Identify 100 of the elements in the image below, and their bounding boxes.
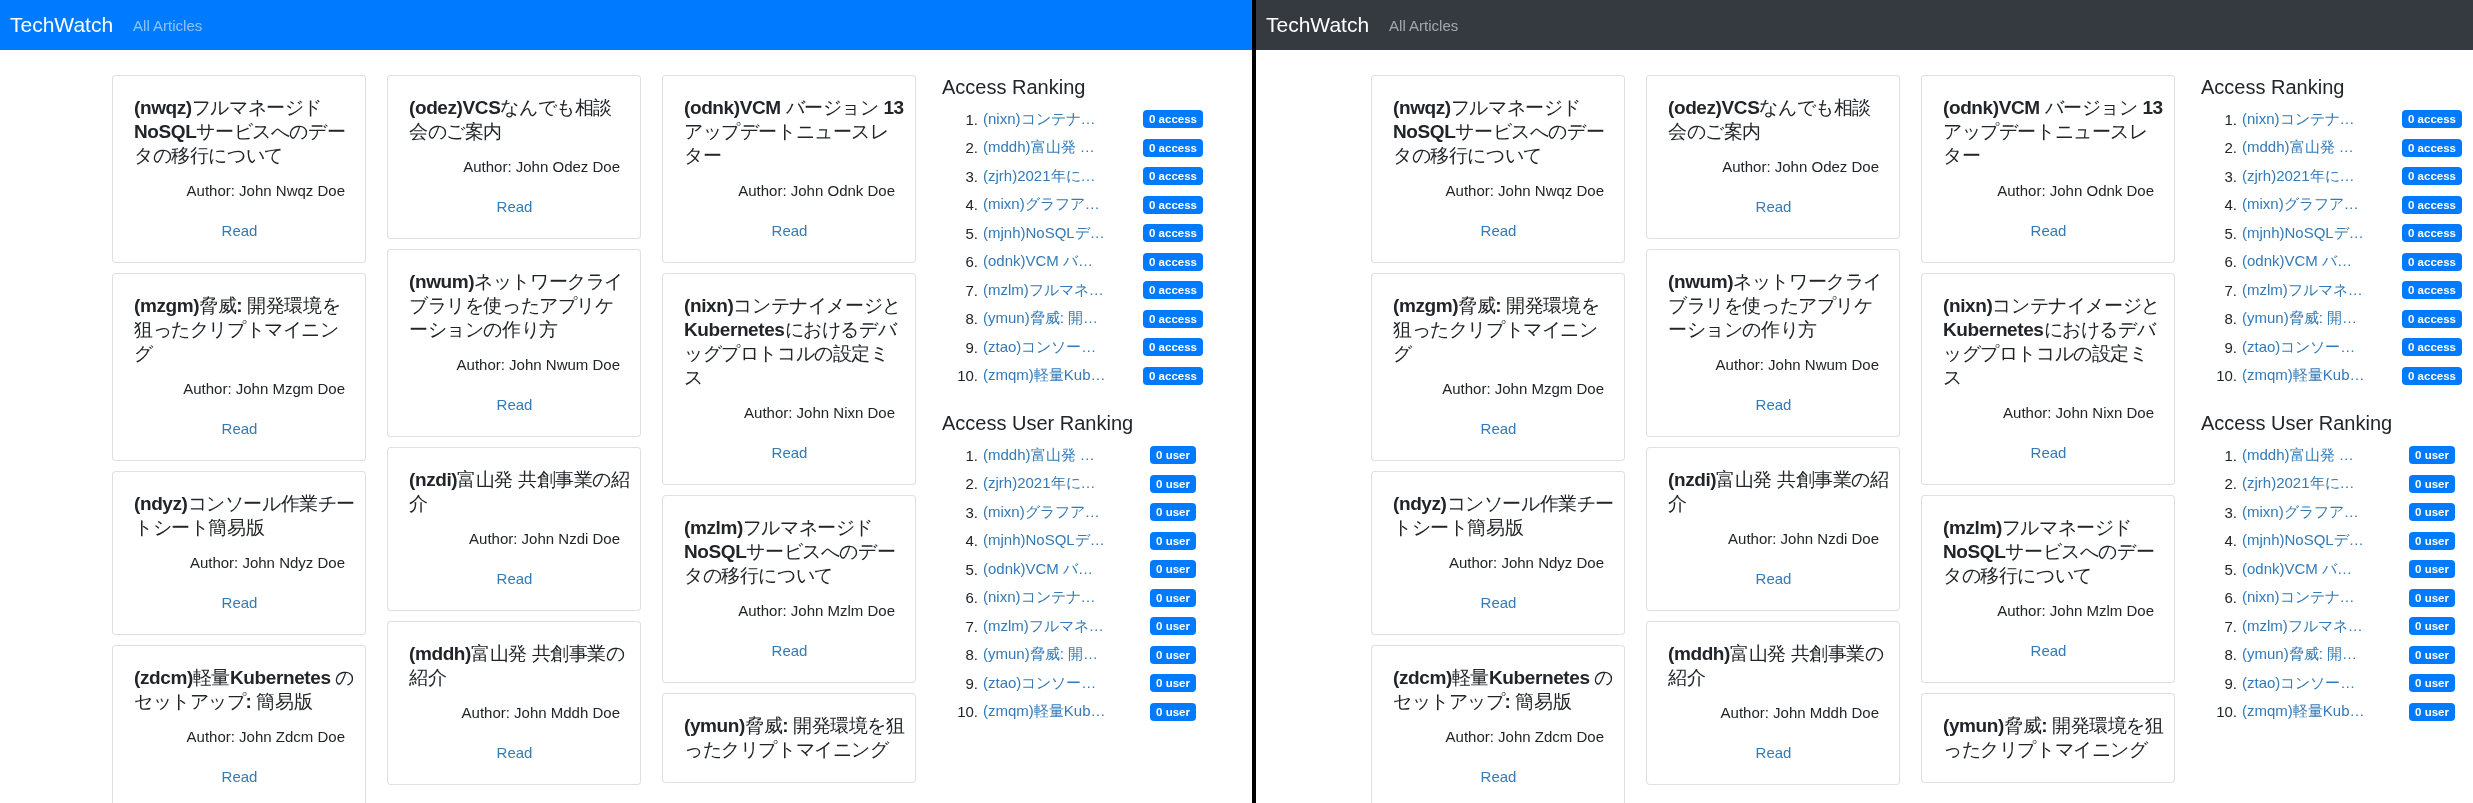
ranking-link[interactable]: (mjnh)NoSQLデ… [983, 223, 1135, 243]
article-author: Author: John Odez Doe [1721, 157, 1879, 177]
article-author: Author: John Nwqz Doe [1444, 181, 1604, 201]
read-link[interactable]: Read [771, 640, 808, 662]
read-link[interactable]: Read [221, 592, 258, 614]
ranking-link[interactable]: (ymun)脅威: 開… [2242, 309, 2394, 329]
count-badge: 0 user [2409, 674, 2455, 693]
ranking-link[interactable]: (mjnh)NoSQLデ… [2242, 531, 2394, 551]
article-author: Author: John Ndyz Doe [1447, 553, 1604, 573]
ranking-link[interactable]: (odnk)VCM バ… [2242, 559, 2394, 579]
brand-link[interactable]: TechWatch [10, 13, 114, 37]
ranking-link[interactable]: (mzlm)フルマネ… [983, 616, 1135, 636]
ranking-link[interactable]: (mixn)グラフア… [2242, 502, 2394, 522]
ranking-link[interactable]: (ztao)コンソー… [983, 337, 1135, 357]
count-badge: 0 access [2402, 252, 2462, 271]
ranking-heading: Access Ranking [2201, 75, 2346, 99]
article-title: (odnk)VCM バージョン 13 アップデートニュースレター [1943, 96, 2164, 168]
ranking-link[interactable]: (ztao)コンソー… [983, 673, 1135, 693]
read-link[interactable]: Read [1480, 418, 1517, 440]
read-link[interactable]: Read [496, 394, 533, 416]
rank-number: 6. [964, 253, 978, 271]
read-link[interactable]: Read [1755, 196, 1792, 218]
ranking-link[interactable]: (mzlm)フルマネ… [2242, 280, 2394, 300]
rank-number: 1. [964, 446, 978, 464]
read-link[interactable]: Read [221, 418, 258, 440]
ranking-link[interactable]: (mjnh)NoSQLデ… [2242, 223, 2394, 243]
ranking-link[interactable]: (nixn)コンテナ… [983, 109, 1135, 129]
read-link[interactable]: Read [2030, 220, 2067, 242]
article-author: Author: John Nixn Doe [2002, 403, 2154, 423]
rank-number: 4. [2223, 196, 2237, 214]
read-link[interactable]: Read [221, 220, 258, 242]
count-badge: 0 user [2409, 702, 2455, 721]
rank-number: 6. [2223, 589, 2237, 607]
ranking-link[interactable]: (mddh)富山発 … [983, 138, 1135, 158]
ranking-link[interactable]: (zjrh)2021年に… [2242, 474, 2394, 494]
read-link[interactable]: Read [496, 742, 533, 764]
ranking-link[interactable]: (ymun)脅威: 開… [983, 309, 1135, 329]
read-link[interactable]: Read [1480, 220, 1517, 242]
ranking-link[interactable]: (zmqm)軽量Kub… [2242, 702, 2394, 722]
nav-link[interactable]: All Articles [1389, 16, 1459, 34]
ranking-link[interactable]: (mzlm)フルマネ… [2242, 616, 2394, 636]
ranking-link[interactable]: (odnk)VCM バ… [2242, 252, 2394, 272]
rank-number: 3. [2223, 167, 2237, 185]
rank-number: 7. [2223, 617, 2237, 635]
ranking-link[interactable]: (nixn)コンテナ… [2242, 588, 2394, 608]
ranking-link[interactable]: (nixn)コンテナ… [2242, 109, 2394, 129]
read-link[interactable]: Read [1480, 592, 1517, 614]
ranking-link[interactable]: (mzlm)フルマネ… [983, 280, 1135, 300]
count-badge: 0 user [1150, 474, 1196, 493]
count-badge: 0 user [1150, 617, 1196, 636]
rank-number: 2. [2223, 139, 2237, 157]
read-link[interactable]: Read [1755, 394, 1792, 416]
ranking-link[interactable]: (ztao)コンソー… [2242, 673, 2394, 693]
ranking-link[interactable]: (zjrh)2021年に… [983, 166, 1135, 186]
article-author: Author: John Odnk Doe [1996, 181, 2154, 201]
read-link[interactable]: Read [496, 568, 533, 590]
ranking-link[interactable]: (mixn)グラフア… [983, 195, 1135, 215]
read-link[interactable]: Read [1755, 742, 1792, 764]
ranking-link[interactable]: (mixn)グラフア… [983, 502, 1135, 522]
ranking-link[interactable]: (odnk)VCM バ… [983, 252, 1135, 272]
article-author: Author: John Nixn Doe [743, 403, 895, 423]
count-badge: 0 user [1150, 588, 1196, 607]
read-link[interactable]: Read [2030, 640, 2067, 662]
ranking-heading: Access User Ranking [2201, 411, 2394, 435]
read-link[interactable]: Read [1480, 766, 1517, 788]
rank-number: 7. [964, 617, 978, 635]
count-badge: 0 user [1150, 446, 1196, 465]
ranking-link[interactable]: (zjrh)2021年に… [983, 474, 1135, 494]
ranking-link[interactable]: (mjnh)NoSQLデ… [983, 531, 1135, 551]
ranking-link[interactable]: (mixn)グラフア… [2242, 195, 2394, 215]
read-link[interactable]: Read [221, 766, 258, 788]
ranking-link[interactable]: (ztao)コンソー… [2242, 337, 2394, 357]
ranking-heading: Access Ranking [942, 75, 1087, 99]
read-link[interactable]: Read [2030, 442, 2067, 464]
count-badge: 0 user [1150, 531, 1196, 550]
ranking-link[interactable]: (zmqm)軽量Kub… [2242, 366, 2394, 386]
ranking-link[interactable]: (mddh)富山発 … [2242, 445, 2394, 465]
read-link[interactable]: Read [496, 196, 533, 218]
brand-link[interactable]: TechWatch [1266, 13, 1370, 37]
article-title: (mddh)富山発 共創事業の紹介 [409, 642, 626, 690]
ranking-link[interactable]: (zjrh)2021年に… [2242, 166, 2394, 186]
ranking-link[interactable]: (zmqm)軽量Kub… [983, 702, 1135, 722]
ranking-link[interactable]: (mddh)富山発 … [2242, 138, 2394, 158]
article-author: Author: John Nzdi Doe [1727, 529, 1879, 549]
read-link[interactable]: Read [771, 220, 808, 242]
article-title: (zdcm)軽量Kubernetes のセットアップ: 簡易版 [134, 666, 355, 714]
ranking-link[interactable]: (ymun)脅威: 開… [2242, 645, 2394, 665]
read-link[interactable]: Read [771, 442, 808, 464]
count-badge: 0 user [1150, 674, 1196, 693]
ranking-link[interactable]: (zmqm)軽量Kub… [983, 366, 1135, 386]
article-title: (nzdi)富山発 共創事業の紹介 [1668, 468, 1889, 516]
article-author: Author: John Zdcm Doe [1444, 727, 1604, 747]
ranking-link[interactable]: (mddh)富山発 … [983, 445, 1135, 465]
ranking-link[interactable]: (nixn)コンテナ… [983, 588, 1135, 608]
read-link[interactable]: Read [1755, 568, 1792, 590]
count-badge: 0 access [1143, 309, 1203, 328]
ranking-link[interactable]: (ymun)脅威: 開… [983, 645, 1135, 665]
ranking-link[interactable]: (odnk)VCM バ… [983, 559, 1135, 579]
article-title: (ymun)脅威: 開発環境を狙ったクリプトマイニング [1943, 714, 2164, 762]
count-badge: 0 access [1143, 252, 1203, 271]
